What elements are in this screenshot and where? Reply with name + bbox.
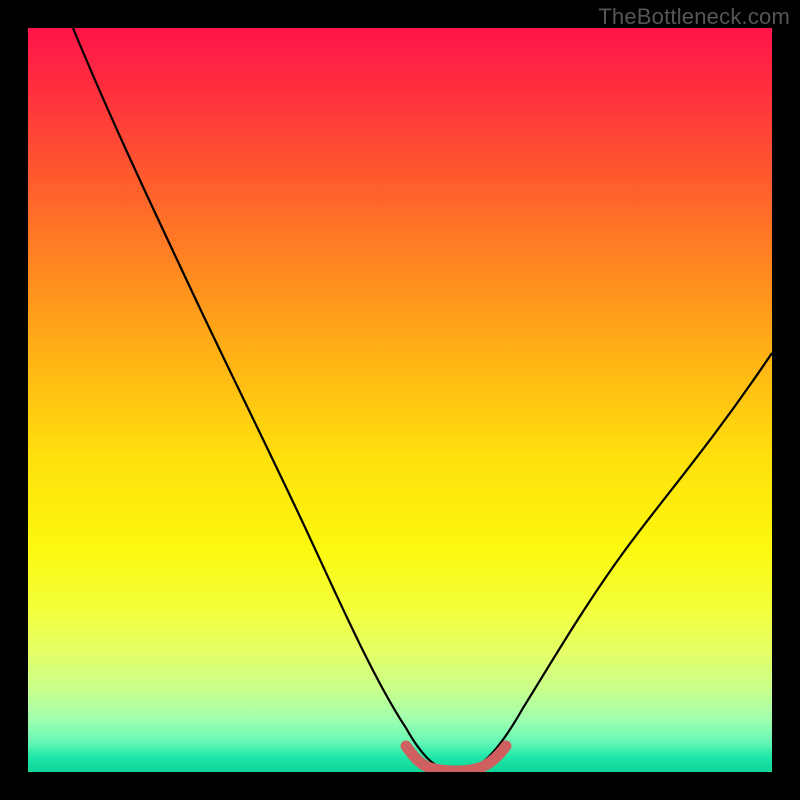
- highlight-band: [406, 746, 506, 771]
- chart-svg: [28, 28, 772, 772]
- watermark-text: TheBottleneck.com: [598, 4, 790, 30]
- chart-plot-area: [28, 28, 772, 772]
- curve-line: [73, 28, 772, 770]
